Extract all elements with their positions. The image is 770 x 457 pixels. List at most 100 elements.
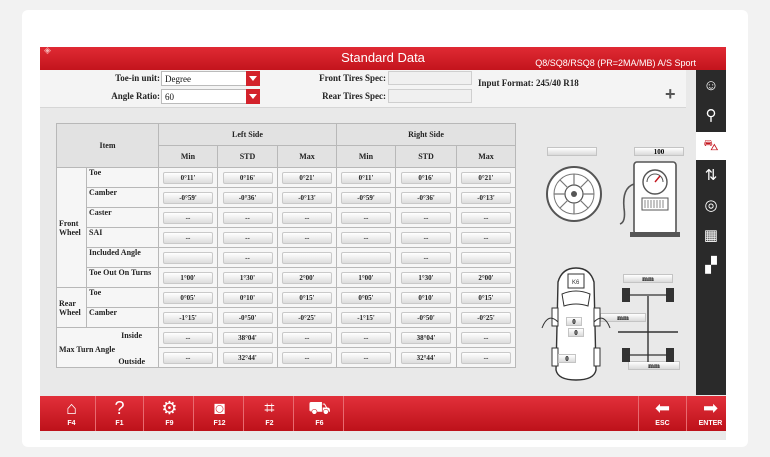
value-cell: -- <box>456 327 516 348</box>
pressure-value[interactable]: 100 <box>634 147 684 156</box>
wheel-adjust-icon[interactable]: ⇅ <box>696 162 726 190</box>
value-field[interactable] <box>341 251 391 264</box>
value-cell: 0°05' <box>158 287 218 308</box>
wheel-value-rear[interactable]: 0 <box>558 354 576 363</box>
value-field[interactable]: -0°59' <box>341 191 391 204</box>
home-button[interactable]: ⌂ F4 <box>48 396 96 431</box>
front-wheel-label: Front Wheel <box>56 167 87 288</box>
value-field[interactable]: -0°13' <box>282 191 332 204</box>
tire-spec-button[interactable] <box>547 147 597 156</box>
value-field[interactable]: -- <box>341 231 391 244</box>
value-field[interactable]: -- <box>163 231 213 244</box>
angle-ratio-select[interactable]: 60 <box>161 89 260 104</box>
value-field[interactable]: 0°05' <box>163 291 213 304</box>
value-field[interactable]: 0°21' <box>282 171 332 184</box>
value-field[interactable] <box>461 251 511 264</box>
value-field[interactable]: 0°05' <box>341 291 391 304</box>
value-field[interactable]: -- <box>461 231 511 244</box>
wheel-value-fr[interactable]: 0 <box>568 328 584 337</box>
value-cell: 0°10' <box>217 287 278 308</box>
value-field[interactable]: 0°21' <box>461 171 511 184</box>
value-field[interactable]: -0°36' <box>401 191 451 204</box>
value-field[interactable]: 1°30' <box>222 271 273 284</box>
value-field[interactable]: -- <box>341 331 391 344</box>
add-icon[interactable]: + <box>665 84 676 105</box>
value-field[interactable]: -- <box>222 231 273 244</box>
chevron-down-icon[interactable] <box>246 71 260 86</box>
car-data-icon[interactable]: ⛍ <box>696 132 726 160</box>
value-field[interactable]: -0°13' <box>461 191 511 204</box>
std-header: STD <box>217 145 278 168</box>
value-cell: -- <box>277 347 337 368</box>
key-label: F6 <box>315 420 324 427</box>
value-cell <box>456 247 516 268</box>
value-field[interactable]: -- <box>461 211 511 224</box>
value-field[interactable]: -- <box>282 211 332 224</box>
value-field[interactable]: -- <box>163 351 213 364</box>
value-field[interactable]: -- <box>341 211 391 224</box>
front-tires-field[interactable] <box>388 71 472 85</box>
checker-car-icon[interactable]: ▞ <box>696 252 726 280</box>
value-field[interactable]: 0°11' <box>341 171 391 184</box>
enter-button[interactable]: ➡ ENTER <box>686 396 734 431</box>
value-field[interactable]: -0°50' <box>222 311 273 324</box>
value-field[interactable]: 0°11' <box>163 171 213 184</box>
value-field[interactable]: -0°25' <box>461 311 511 324</box>
steering-wheel-icon[interactable]: ◎ <box>696 192 726 220</box>
value-field[interactable]: -- <box>341 351 391 364</box>
value-field[interactable]: -- <box>282 351 332 364</box>
technician-icon[interactable]: ☺ <box>696 72 726 100</box>
value-field[interactable]: 2°00' <box>282 271 332 284</box>
value-field[interactable]: -0°36' <box>222 191 273 204</box>
value-field[interactable]: -0°25' <box>282 311 332 324</box>
value-field[interactable]: -- <box>282 331 332 344</box>
value-field[interactable]: 32°44' <box>222 351 273 364</box>
settings-button[interactable]: ⚙ F9 <box>146 396 194 431</box>
value-field[interactable]: 1°00' <box>163 271 213 284</box>
value-field[interactable]: 0°15' <box>461 291 511 304</box>
value-field[interactable]: 32°44' <box>401 351 451 364</box>
camera-button[interactable]: ◙ F12 <box>196 396 244 431</box>
car-search-icon[interactable]: ⚲ <box>696 102 726 130</box>
value-field[interactable] <box>282 251 332 264</box>
value-field[interactable]: 38°04' <box>222 331 273 344</box>
value-field[interactable]: -0°59' <box>163 191 213 204</box>
value-cell: 0°11' <box>336 167 396 188</box>
value-field[interactable]: 0°10' <box>222 291 273 304</box>
wheel-value-fl[interactable]: 0 <box>566 317 582 326</box>
value-field[interactable]: -- <box>222 211 273 224</box>
value-field[interactable]: -- <box>282 231 332 244</box>
value-field[interactable]: -0°50' <box>401 311 451 324</box>
value-field[interactable]: 1°30' <box>401 271 451 284</box>
esc-button[interactable]: ⬅ ESC <box>638 396 686 431</box>
value-field[interactable]: 0°16' <box>401 171 451 184</box>
help-button[interactable]: ? F1 <box>96 396 144 431</box>
value-field[interactable]: -- <box>163 211 213 224</box>
value-field[interactable]: -1°15' <box>163 311 213 324</box>
value-cell: -- <box>456 207 516 228</box>
grid-button[interactable]: ⌗ F2 <box>246 396 294 431</box>
table-row: Included Angle -- -- <box>57 247 516 268</box>
value-field[interactable]: 0°16' <box>222 171 273 184</box>
value-field[interactable]: -- <box>461 351 511 364</box>
value-field[interactable]: 0°10' <box>401 291 451 304</box>
toe-in-unit-select[interactable]: Degree <box>161 71 260 86</box>
value-field[interactable]: -- <box>461 331 511 344</box>
value-field[interactable]: 38°04' <box>401 331 451 344</box>
value-field[interactable]: -1°15' <box>341 311 391 324</box>
value-field[interactable]: 1°00' <box>341 271 391 284</box>
key-label: F1 <box>115 420 124 427</box>
table-icon[interactable]: ▦ <box>696 222 726 250</box>
rear-tires-field[interactable] <box>388 89 472 103</box>
value-field[interactable]: 2°00' <box>461 271 511 284</box>
chevron-down-icon[interactable] <box>246 89 260 104</box>
value-field[interactable]: 0°15' <box>282 291 332 304</box>
value-field[interactable]: -- <box>401 231 451 244</box>
value-cell: 0°11' <box>158 167 218 188</box>
value-field[interactable] <box>163 251 213 264</box>
lift-button[interactable]: ⛟ F6 <box>296 396 344 431</box>
value-field[interactable]: -- <box>401 251 451 264</box>
value-field[interactable]: -- <box>222 251 273 264</box>
value-field[interactable]: -- <box>163 331 213 344</box>
value-field[interactable]: -- <box>401 211 451 224</box>
